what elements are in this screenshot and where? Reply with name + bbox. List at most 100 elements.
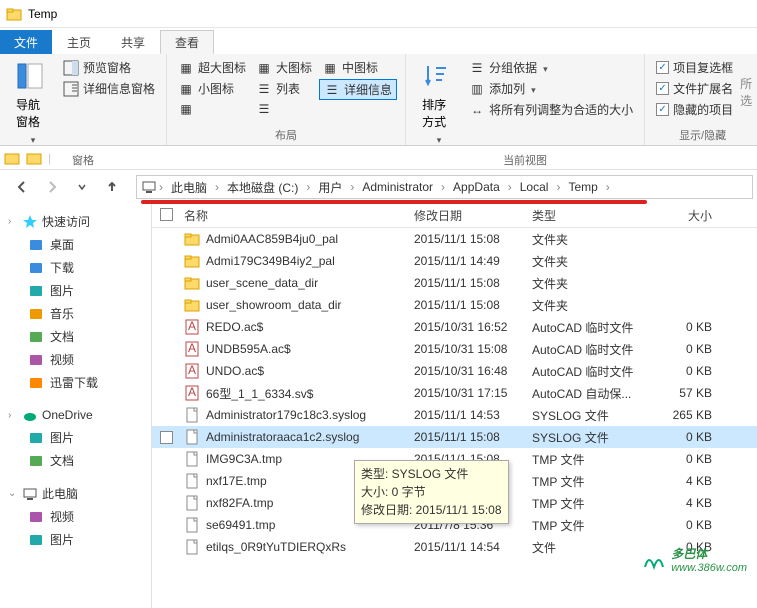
hidden-items-toggle[interactable]: 隐藏的项目 <box>653 100 736 119</box>
group-icon: ☰ <box>469 60 485 76</box>
file-row[interactable]: A66型_1_1_6334.sv$2015/10/31 17:15AutoCAD… <box>152 382 757 404</box>
file-size: 0 KB <box>652 342 722 356</box>
nav-pane-button[interactable]: 导航窗格 <box>8 58 56 150</box>
sort-by-button[interactable]: 排序方式 <box>414 58 462 150</box>
file-name: 66型_1_1_6334.sv$ <box>206 385 313 402</box>
file-type: TMP 文件 <box>532 473 652 490</box>
file-name: Admi179C349B4iy2_pal <box>206 254 335 268</box>
watermark-text: 多巴体 <box>671 545 747 562</box>
sidebar-item[interactable]: 视频 <box>0 348 151 371</box>
watermark-url: www.386w.com <box>671 562 747 574</box>
sidebar-heading[interactable]: ›快速访问 <box>0 210 151 233</box>
size-columns-button[interactable]: ↔将所有列调整为合适的大小 <box>466 100 636 119</box>
add-columns-button[interactable]: ▥添加列 <box>466 79 636 98</box>
pictures-icon <box>28 532 44 548</box>
layout-extra-large[interactable]: ▦超大图标 <box>175 58 249 77</box>
breadcrumb-segment[interactable]: 用户 <box>312 179 348 196</box>
file-row[interactable]: AREDO.ac$2015/10/31 16:52AutoCAD 临时文件0 K… <box>152 316 757 338</box>
layout-details[interactable]: ☰详细信息 <box>319 79 397 100</box>
sidebar-item[interactable]: 桌面 <box>0 233 151 256</box>
folder-icon <box>184 297 200 313</box>
item-checkboxes-toggle[interactable]: 项目复选框 <box>653 58 736 77</box>
sidebar-item[interactable]: 图片 <box>0 528 151 551</box>
column-header-size[interactable]: 大小 <box>652 207 722 224</box>
sidebar-item[interactable]: 文档 <box>0 449 151 472</box>
sidebar-item[interactable]: 文档 <box>0 325 151 348</box>
file-date: 2015/11/1 15:08 <box>414 232 532 246</box>
file-row[interactable]: Admi0AAC859B4ju0_pal2015/11/1 15:08文件夹 <box>152 228 757 250</box>
grid-icon: ▦ <box>322 60 338 76</box>
sidebar-item[interactable]: 图片 <box>0 279 151 302</box>
layout-medium[interactable]: ▦中图标 <box>319 58 397 77</box>
layout-tiles[interactable]: ▦ <box>175 100 249 118</box>
breadcrumb-segment[interactable]: Local <box>514 180 555 194</box>
breadcrumb-separator[interactable]: › <box>348 180 356 194</box>
file-row[interactable]: AUNDO.ac$2015/10/31 16:48AutoCAD 临时文件0 K… <box>152 360 757 382</box>
breadcrumb-segment[interactable]: AppData <box>447 180 506 194</box>
file-row[interactable]: user_scene_data_dir2015/11/1 15:08文件夹 <box>152 272 757 294</box>
details-pane-button[interactable]: 详细信息窗格 <box>60 79 158 98</box>
sidebar-item[interactable]: 音乐 <box>0 302 151 325</box>
breadcrumb-segment[interactable]: Temp <box>562 180 603 194</box>
file-row[interactable]: AUNDB595A.ac$2015/10/31 15:08AutoCAD 临时文… <box>152 338 757 360</box>
folder-icon <box>184 253 200 269</box>
breadcrumb-separator[interactable]: › <box>439 180 447 194</box>
folder-icon[interactable] <box>4 150 20 166</box>
file-type: 文件夹 <box>532 275 652 292</box>
sidebar-item[interactable]: 图片 <box>0 426 151 449</box>
file-row[interactable]: user_showroom_data_dir2015/11/1 15:08文件夹 <box>152 294 757 316</box>
preview-pane-button[interactable]: 预览窗格 <box>60 58 158 77</box>
tab-view[interactable]: 查看 <box>160 30 214 54</box>
column-header-date[interactable]: 修改日期 <box>414 207 532 224</box>
sort-by-label: 排序方式 <box>422 96 454 130</box>
checkbox-icon[interactable] <box>160 431 173 444</box>
breadcrumb-segment[interactable]: 本地磁盘 (C:) <box>221 179 304 196</box>
breadcrumb-separator[interactable]: › <box>213 180 221 194</box>
grid-icon: ▦ <box>178 101 194 117</box>
tab-home[interactable]: 主页 <box>52 30 106 54</box>
sidebar-heading[interactable]: ⌄此电脑 <box>0 482 151 505</box>
layout-small[interactable]: ▦小图标 <box>175 79 249 98</box>
file-row[interactable]: Administrator179c18c3.syslog2015/11/1 14… <box>152 404 757 426</box>
breadcrumb-separator[interactable]: › <box>506 180 514 194</box>
tab-file[interactable]: 文件 <box>0 30 52 54</box>
file-row[interactable]: Admi179C349B4iy2_pal2015/11/1 14:49文件夹 <box>152 250 757 272</box>
breadcrumb-segment[interactable]: Administrator <box>356 180 439 194</box>
sidebar-item[interactable]: 下载 <box>0 256 151 279</box>
layout-large[interactable]: ▦大图标 <box>253 58 315 77</box>
list-icon: ☰ <box>256 101 272 117</box>
forward-button[interactable] <box>40 175 64 199</box>
up-button[interactable] <box>100 175 124 199</box>
pc-icon <box>141 179 157 195</box>
sidebar-item[interactable]: 迅雷下载 <box>0 371 151 394</box>
file-date: 2015/10/31 17:15 <box>414 386 532 400</box>
breadcrumb-separator[interactable]: › <box>604 180 612 194</box>
breadcrumb-separator[interactable]: › <box>554 180 562 194</box>
file-row[interactable]: Administratoraaca1c2.syslog2015/11/1 15:… <box>152 426 757 448</box>
sidebar-heading[interactable]: ›OneDrive <box>0 404 151 426</box>
layout-list[interactable]: ☰列表 <box>253 79 315 98</box>
chevron-down-icon <box>435 132 442 146</box>
file-name: UNDO.ac$ <box>206 364 264 378</box>
breadcrumb[interactable]: ›此电脑›本地磁盘 (C:)›用户›Administrator›AppData›… <box>136 175 753 199</box>
folder-icon[interactable] <box>26 150 42 166</box>
videos-icon <box>28 509 44 525</box>
recent-locations-button[interactable] <box>70 175 94 199</box>
file-name: Administratoraaca1c2.syslog <box>206 430 359 444</box>
sidebar-item[interactable]: 视频 <box>0 505 151 528</box>
watermark: 多巴体 www.386w.com <box>641 545 747 574</box>
file-date: 2015/10/31 15:08 <box>414 342 532 356</box>
file-size: 0 KB <box>652 518 722 532</box>
group-by-button[interactable]: ☰分组依据 <box>466 58 636 77</box>
cad-icon: A <box>184 319 200 335</box>
back-button[interactable] <box>10 175 34 199</box>
column-header-type[interactable]: 类型 <box>532 207 652 224</box>
breadcrumb-segment[interactable]: 此电脑 <box>165 179 213 196</box>
breadcrumb-separator[interactable]: › <box>304 180 312 194</box>
layout-content[interactable]: ☰ <box>253 100 315 118</box>
column-header-checkbox[interactable] <box>160 208 184 224</box>
chevron-down-icon <box>29 132 36 146</box>
tab-share[interactable]: 共享 <box>106 30 160 54</box>
file-ext-toggle[interactable]: 文件扩展名 <box>653 79 736 98</box>
column-header-name[interactable]: 名称 <box>184 207 414 224</box>
